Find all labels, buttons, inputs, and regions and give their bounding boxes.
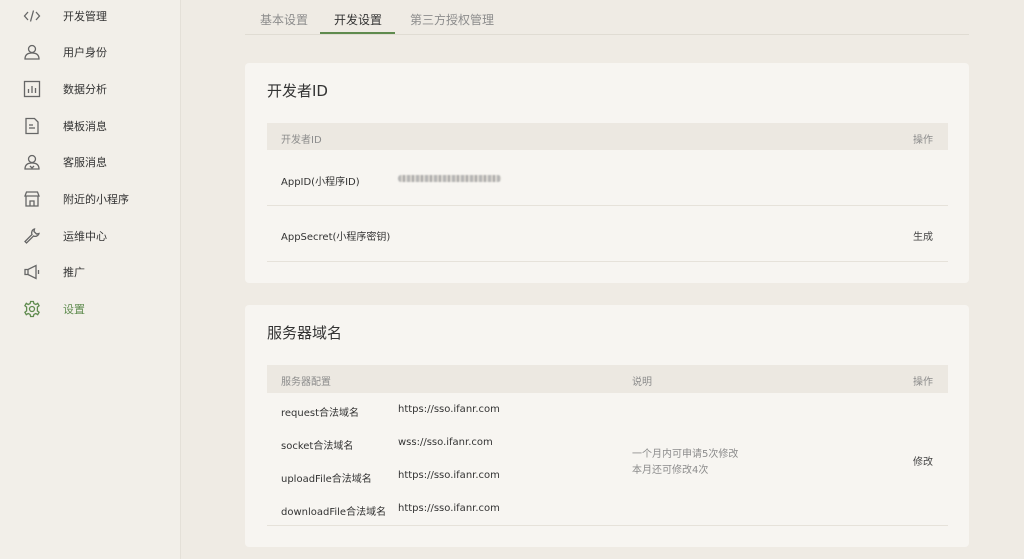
table-row: AppID(小程序ID) [267,150,948,206]
appid-label: AppID(小程序ID) [281,177,360,188]
modify-domain-button[interactable]: 修改 [913,453,933,468]
sidebar-item-label: 用户身份 [63,46,107,59]
document-icon [22,116,42,136]
table-row: AppSecret(小程序密钥) 生成 [267,206,948,262]
code-icon [22,6,42,26]
appid-value-redacted [398,175,501,182]
sidebar-item-label: 开发管理 [63,10,107,23]
socket-domain-label: socket合法域名 [281,441,354,452]
header-description: 说明 [632,377,652,388]
download-domain-label: downloadFile合法域名 [281,507,387,518]
server-domain-card: 服务器域名 服务器配置 说明 操作 request合法域名 https://ss… [245,305,969,547]
request-domain-label: request合法域名 [281,408,360,419]
header-name: 开发者ID [281,135,322,146]
header-action: 操作 [913,135,933,146]
sidebar-item-template-message[interactable]: 模板消息 [0,111,181,141]
tab-dev-settings[interactable]: 开发设置 [334,11,382,28]
download-domain-value: https://sso.ifanr.com [398,503,500,514]
sidebar-item-data-analysis[interactable]: 数据分析 [0,74,181,104]
sidebar-item-label: 运维中心 [63,230,107,243]
sidebar-item-label: 客服消息 [63,156,107,169]
sidebar: 开发管理 用户身份 数据分析 模板消息 客服消息 附近的小程序 运维中心 推广 … [0,0,181,559]
request-domain-value: https://sso.ifanr.com [398,404,500,415]
upload-domain-label: uploadFile合法域名 [281,474,372,485]
sidebar-item-label: 附近的小程序 [63,193,129,206]
generate-secret-button[interactable]: 生成 [913,228,933,243]
sidebar-item-user-identity[interactable]: 用户身份 [0,37,181,67]
card-title: 服务器域名 [267,324,343,342]
tab-basic-settings[interactable]: 基本设置 [260,11,308,28]
sidebar-item-label: 推广 [63,266,85,279]
chart-icon [22,79,42,99]
modify-limit-text: 一个月内可申请5次修改 [632,449,739,460]
main-content: 基本设置 开发设置 第三方授权管理 开发者ID 开发者ID 操作 AppID(小… [181,0,1024,559]
sidebar-item-label: 设置 [63,303,85,316]
table-row: request合法域名 https://sso.ifanr.com socket… [267,393,948,526]
support-user-icon [22,152,42,172]
modify-remaining-text: 本月还可修改4次 [632,465,709,476]
store-icon [22,189,42,209]
active-tab-indicator [320,32,395,34]
sidebar-item-settings[interactable]: 设置 [0,294,181,324]
user-icon [22,42,42,62]
header-config: 服务器配置 [281,377,331,388]
socket-domain-value: wss://sso.ifanr.com [398,437,493,448]
card-title: 开发者ID [267,82,328,100]
developer-id-card: 开发者ID 开发者ID 操作 AppID(小程序ID) AppSecret(小程… [245,63,969,283]
appsecret-label: AppSecret(小程序密钥) [281,232,391,243]
megaphone-icon [22,262,42,282]
sidebar-item-customer-service[interactable]: 客服消息 [0,147,181,177]
upload-domain-value: https://sso.ifanr.com [398,470,500,481]
sidebar-item-label: 模板消息 [63,120,107,133]
sidebar-item-promotion[interactable]: 推广 [0,257,181,287]
header-action: 操作 [913,377,933,388]
sidebar-item-dev-management[interactable]: 开发管理 [0,1,181,31]
gear-icon [22,299,42,319]
table-header: 服务器配置 说明 操作 [267,365,948,393]
sidebar-item-ops-center[interactable]: 运维中心 [0,221,181,251]
table-header: 开发者ID 操作 [267,123,948,150]
sidebar-item-nearby[interactable]: 附近的小程序 [0,184,181,214]
tab-third-party-auth[interactable]: 第三方授权管理 [410,11,494,28]
wrench-icon [22,226,42,246]
sidebar-item-label: 数据分析 [63,83,107,96]
tab-bar: 基本设置 开发设置 第三方授权管理 [245,0,969,35]
